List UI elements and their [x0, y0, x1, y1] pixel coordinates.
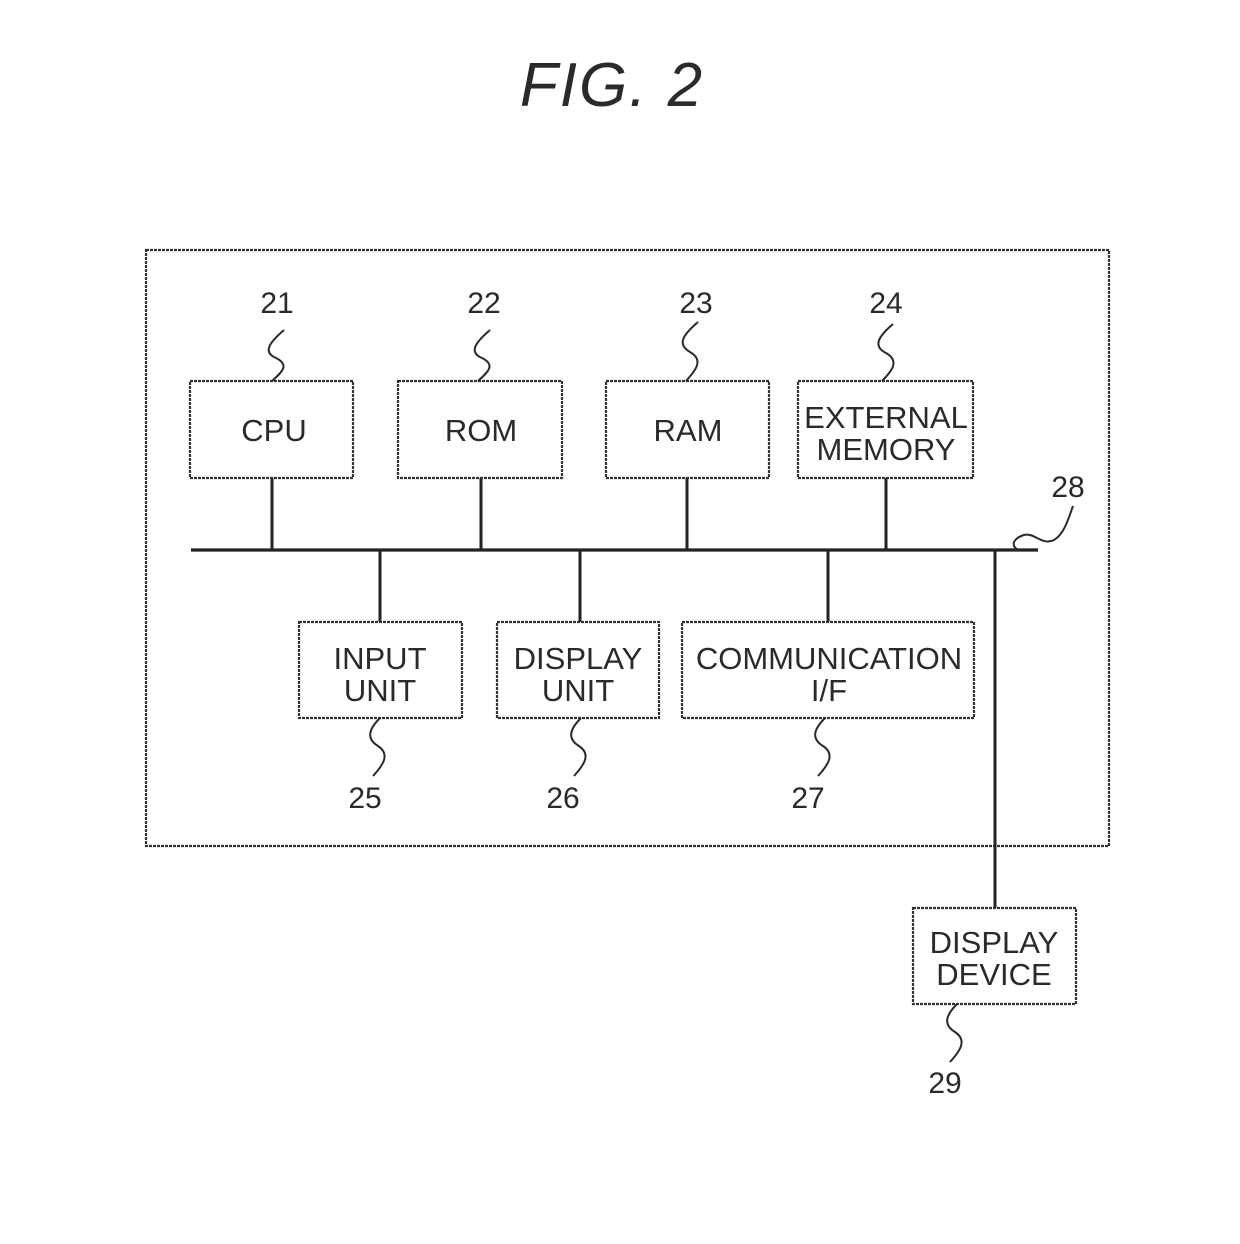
input-unit-reference-leader [369, 717, 386, 777]
cpu-label: CPU [241, 413, 306, 448]
block-diagram: FIG. 2 CPU 21 ROM 22 RAM 23 EXTERNAL MEM… [144, 51, 1111, 1100]
display-unit-block: DISPLAY UNIT [495, 620, 661, 720]
rom-block: ROM [396, 379, 564, 480]
ram-block: RAM [604, 379, 771, 480]
display-unit-reference-number: 26 [546, 782, 579, 815]
rom-reference-leader [473, 329, 491, 382]
display-unit-label-line2: UNIT [542, 673, 614, 708]
bus-reference-number: 28 [1051, 471, 1084, 504]
display-device-reference-leader [946, 1003, 963, 1063]
ram-label: RAM [654, 413, 723, 448]
device-frame [144, 248, 1111, 848]
display-unit-reference-leader [570, 717, 587, 777]
communication-if-block: COMMUNICATION I/F [680, 620, 976, 720]
cpu-reference-number: 21 [260, 287, 293, 320]
communication-if-label-line1: COMMUNICATION [696, 641, 962, 676]
rom-label: ROM [445, 413, 517, 448]
input-unit-block: INPUT UNIT [297, 620, 464, 720]
external-memory-label-line1: EXTERNAL [804, 400, 968, 435]
cpu-reference-leader [267, 329, 285, 382]
external-memory-block: EXTERNAL MEMORY [796, 379, 975, 480]
display-device-block: DISPLAY DEVICE [911, 906, 1078, 1006]
external-memory-reference-leader [877, 323, 895, 382]
external-memory-label-line2: MEMORY [817, 432, 956, 467]
bus-reference-leader [1012, 505, 1074, 551]
cpu-block: CPU [188, 379, 355, 480]
input-unit-reference-number: 25 [348, 782, 381, 815]
figure-title: FIG. 2 [520, 51, 704, 120]
input-unit-label-line2: UNIT [344, 673, 416, 708]
rom-reference-number: 22 [467, 287, 500, 320]
display-device-label-line2: DEVICE [936, 957, 1051, 992]
communication-if-reference-leader [814, 717, 831, 777]
display-unit-label-line1: DISPLAY [514, 641, 643, 676]
communication-if-label-line2: I/F [811, 673, 847, 708]
input-unit-label-line1: INPUT [334, 641, 427, 676]
communication-if-reference-number: 27 [791, 782, 824, 815]
display-device-reference-number: 29 [928, 1067, 961, 1100]
ram-reference-leader [681, 321, 699, 382]
display-device-label-line1: DISPLAY [930, 925, 1059, 960]
external-memory-reference-number: 24 [869, 287, 902, 320]
ram-reference-number: 23 [679, 287, 712, 320]
